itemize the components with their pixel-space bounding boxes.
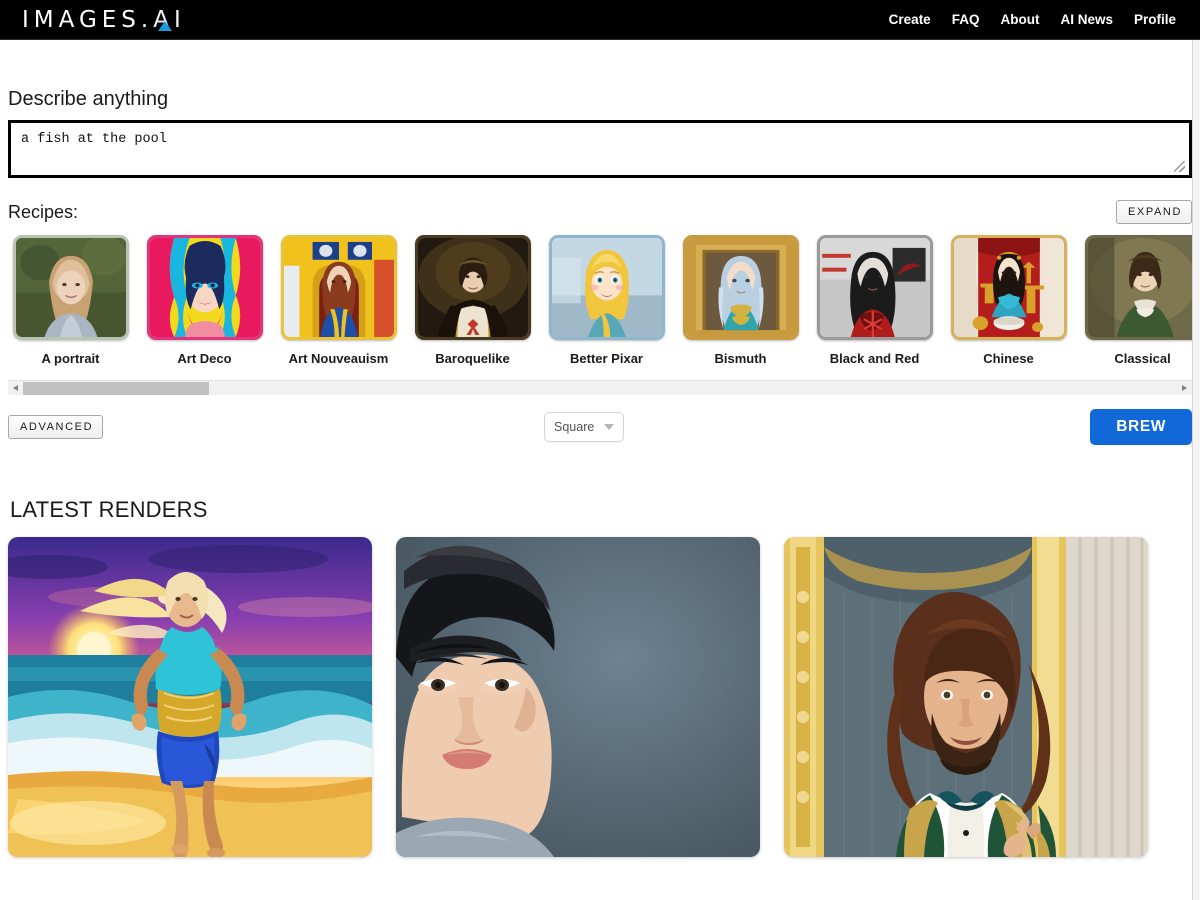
recipe-label: Chinese <box>983 351 1034 366</box>
recipe-label: A portrait <box>41 351 100 366</box>
chevron-down-icon <box>604 424 614 430</box>
nav-item-profile[interactable]: Profile <box>1134 12 1176 27</box>
nav-item-faq[interactable]: FAQ <box>952 12 980 27</box>
recipes-horizontal-scrollbar[interactable] <box>8 380 1192 395</box>
aspect-ratio-select[interactable]: Square <box>544 412 624 442</box>
recipe-thumbnail[interactable] <box>146 235 263 340</box>
recipe-card[interactable]: Baroquelike <box>410 235 535 366</box>
prompt-field-wrapper <box>8 120 1192 178</box>
recipe-strip[interactable]: A portrait Art Deco Art Nouveauism Baroq… <box>8 230 1192 366</box>
recipe-label: Black and Red <box>829 351 920 366</box>
aspect-ratio-value: Square <box>554 420 595 434</box>
latest-renders-title: LATEST RENDERS <box>10 497 208 522</box>
prompt-input[interactable] <box>8 120 1192 178</box>
recipe-thumbnail[interactable] <box>950 235 1067 340</box>
recipe-card[interactable]: Chinese <box>946 235 1071 366</box>
prompt-label: Describe anything <box>8 88 169 110</box>
logo-text-main: IMAGES. <box>22 6 154 33</box>
recipes-title: Recipes: <box>8 201 79 222</box>
recipe-label: Classical <box>1114 351 1171 366</box>
recipe-label: Art Nouveauism <box>288 351 389 366</box>
recipe-card[interactable]: Black and Red <box>812 235 937 366</box>
scroll-left-arrow-icon[interactable] <box>8 381 23 396</box>
nav-item-ai-news[interactable]: AI News <box>1060 12 1113 27</box>
recipes-header: Recipes: EXPAND <box>8 200 1192 224</box>
scrollbar-track[interactable] <box>23 381 1177 396</box>
nav-item-create[interactable]: Create <box>889 12 931 27</box>
render-card[interactable] <box>784 537 1148 857</box>
recipe-label: Baroquelike <box>435 351 510 366</box>
recipe-card[interactable]: Better Pixar <box>544 235 669 366</box>
page-content: Describe anything Recipes: EXPAND <box>0 88 1200 857</box>
recipes-carousel: A portrait Art Deco Art Nouveauism Baroq… <box>8 230 1200 366</box>
recipe-thumbnail[interactable] <box>682 235 799 340</box>
logo-text-ai: AI <box>153 7 186 33</box>
recipe-card[interactable]: A portrait <box>8 235 133 366</box>
recipe-label: Art Deco <box>177 351 232 366</box>
latest-renders-grid <box>8 537 1192 857</box>
page-scrollbar[interactable] <box>1192 40 1200 900</box>
advanced-button[interactable]: ADVANCED <box>8 415 104 439</box>
recipe-thumbnail[interactable] <box>12 235 129 340</box>
brew-button[interactable]: BREW <box>1090 409 1192 445</box>
recipe-thumbnail[interactable] <box>280 235 397 340</box>
scrollbar-thumb[interactable] <box>23 381 209 395</box>
render-card[interactable] <box>8 537 372 857</box>
recipe-thumbnail[interactable] <box>548 235 665 340</box>
nav-links: Create FAQ About AI News Profile <box>889 12 1186 27</box>
nav-item-about[interactable]: About <box>1000 12 1039 27</box>
recipe-label: Better Pixar <box>570 351 643 366</box>
recipe-label: Bismuth <box>714 351 767 366</box>
recipe-thumbnail[interactable] <box>1084 235 1192 340</box>
app-logo[interactable]: IMAGES. AI <box>22 7 186 33</box>
generation-controls: ADVANCED Square BREW <box>8 409 1192 445</box>
recipe-card[interactable]: Art Nouveauism <box>276 235 401 366</box>
recipe-thumbnail[interactable] <box>414 235 531 340</box>
scroll-right-arrow-icon[interactable] <box>1177 381 1192 396</box>
expand-button[interactable]: EXPAND <box>1115 200 1192 224</box>
recipe-thumbnail[interactable] <box>816 235 933 340</box>
render-card[interactable] <box>396 537 760 857</box>
triangle-accent-icon <box>158 20 173 31</box>
recipe-card[interactable]: Bismuth <box>678 235 803 366</box>
top-navigation-bar: IMAGES. AI Create FAQ About AI News Prof… <box>0 0 1200 40</box>
recipe-card[interactable]: Classical <box>1080 235 1192 366</box>
recipe-card[interactable]: Art Deco <box>142 235 267 366</box>
